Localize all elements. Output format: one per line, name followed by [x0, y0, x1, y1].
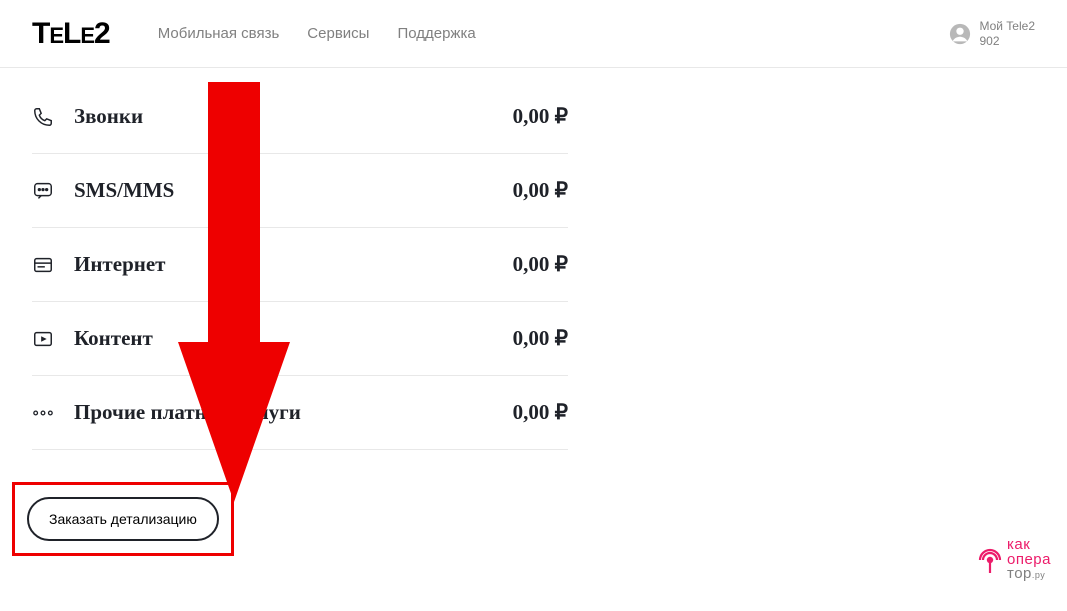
other-icon: [32, 408, 60, 418]
header: TELE2 Мобильная связь Сервисы Поддержка …: [0, 0, 1067, 68]
row-amount: 0,00 ₽: [513, 104, 568, 129]
row-amount: 0,00 ₽: [513, 400, 568, 425]
logo[interactable]: TELE2: [32, 17, 110, 51]
row-internet[interactable]: Интернет 0,00 ₽: [32, 228, 568, 302]
row-content[interactable]: Контент 0,00 ₽: [32, 302, 568, 376]
expenses-list: Звонки 0,00 ₽ SMS/MMS 0,00 ₽ Интернет 0,…: [0, 68, 600, 556]
account-number: 902: [979, 34, 1035, 48]
watermark-text: как опера тор.ру: [1007, 538, 1051, 581]
account-block[interactable]: Мой Tele2 902: [949, 19, 1035, 48]
row-amount: 0,00 ₽: [513, 252, 568, 277]
row-label: Интернет: [74, 252, 166, 277]
row-label: Звонки: [74, 104, 143, 129]
content-icon: [32, 328, 60, 350]
watermark: как опера тор.ру: [977, 538, 1051, 581]
row-label: Контент: [74, 326, 153, 351]
row-sms[interactable]: SMS/MMS 0,00 ₽: [32, 154, 568, 228]
nav-support[interactable]: Поддержка: [397, 25, 475, 42]
internet-icon: [32, 254, 60, 276]
row-amount: 0,00 ₽: [513, 178, 568, 203]
sms-icon: [32, 180, 60, 202]
row-amount: 0,00 ₽: [513, 326, 568, 351]
nav: Мобильная связь Сервисы Поддержка: [158, 25, 476, 42]
row-label: Прочие платные услуги: [74, 400, 301, 425]
nav-services[interactable]: Сервисы: [307, 25, 369, 42]
row-label: SMS/MMS: [74, 178, 174, 203]
user-icon: [949, 23, 971, 45]
watermark-icon: [977, 545, 1003, 575]
phone-icon: [32, 106, 60, 128]
row-calls[interactable]: Звонки 0,00 ₽: [32, 80, 568, 154]
account-text: Мой Tele2 902: [979, 19, 1035, 48]
order-detail-button[interactable]: Заказать детализацию: [27, 497, 219, 541]
nav-mobile[interactable]: Мобильная связь: [158, 25, 280, 42]
row-other[interactable]: Прочие платные услуги 0,00 ₽: [32, 376, 568, 450]
highlight-box: Заказать детализацию: [12, 482, 234, 556]
account-title: Мой Tele2: [979, 19, 1035, 33]
